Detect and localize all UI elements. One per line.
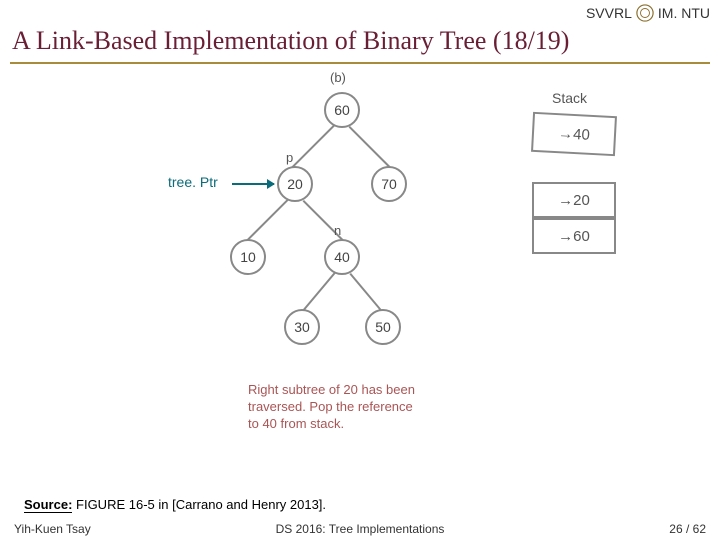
tree-node-lrr: 50 [365,309,401,345]
caption-line: Right subtree of 20 has been [248,382,415,397]
node-value: 60 [334,102,350,118]
source-label: Source: [24,497,72,513]
source-text: FIGURE 16-5 in [Carrano and Henry 2013]. [72,497,326,512]
node-value: 10 [240,249,256,265]
org-left: SVVRL [586,5,632,21]
tree-node-left: 20 [277,166,313,202]
caption-line: to 40 from stack. [248,416,344,431]
tree-node-lr: 40 [324,239,360,275]
footer-author: Yih-Kuen Tsay [14,522,91,536]
source-line: Source: FIGURE 16-5 in [Carrano and Henr… [24,497,326,512]
stack-item: →60 [532,218,616,254]
caption-line: traversed. Pop the reference [248,399,413,414]
tree-edge [291,125,335,169]
stack-item: →20 [532,182,616,218]
tree-node-ll: 10 [230,239,266,275]
tree-node-root: 60 [324,92,360,128]
slide-title: A Link-Based Implementation of Binary Tr… [0,24,720,62]
pointer-n-label: n [334,223,341,238]
stack-value: →20 [558,192,590,209]
node-value: 20 [287,176,303,192]
footer: Yih-Kuen Tsay DS 2016: Tree Implementati… [0,522,720,536]
node-value: 40 [334,249,350,265]
footer-page: 26 / 62 [669,522,706,536]
stack-title: Stack [552,90,587,106]
tree-edge [245,199,289,243]
node-value: 70 [381,176,397,192]
header-bar: SVVRL IM. NTU [0,0,720,24]
figure-caption: Right subtree of 20 has been traversed. … [248,382,415,433]
panel-label: (b) [330,70,346,85]
stack-value: →40 [558,125,591,144]
treeptr-arrow-icon [232,183,274,185]
tree-edge [349,126,393,170]
pointer-p-label: p [286,150,293,165]
stack-value: →60 [558,228,590,245]
figure-area: (b) 60 20 70 10 40 30 50 p n tree. Ptr S… [0,64,720,444]
node-value: 30 [294,319,310,335]
university-logo-icon [636,4,654,22]
treeptr-label: tree. Ptr [168,174,218,190]
node-value: 50 [375,319,391,335]
tree-node-lrl: 30 [284,309,320,345]
stack-item-top: →40 [531,112,617,156]
tree-node-right: 70 [371,166,407,202]
footer-course: DS 2016: Tree Implementations [14,522,706,536]
org-right: IM. NTU [658,5,710,21]
